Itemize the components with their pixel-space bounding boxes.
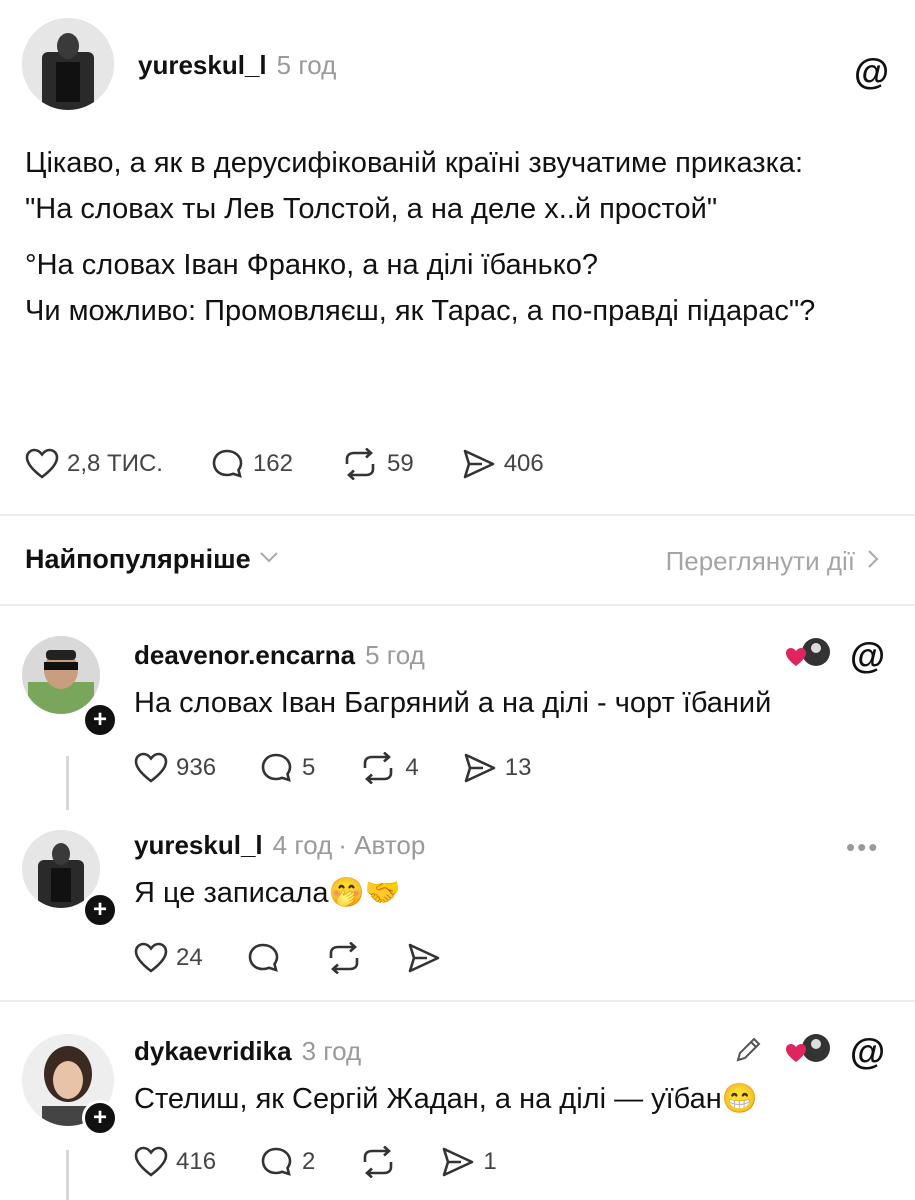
comment-count: 162: [252, 450, 293, 477]
comment-icon: [247, 942, 281, 974]
like-count: 2,8 ТИС.: [67, 450, 163, 477]
share-button[interactable]: 1: [441, 1146, 497, 1178]
sort-label: Найпопулярніше: [25, 544, 251, 574]
reply-actions: 24: [134, 942, 441, 974]
divider: [0, 604, 915, 606]
heart-icon: [134, 752, 168, 784]
comment-icon: [260, 752, 294, 784]
svg-text:@: @: [854, 52, 888, 92]
repost-icon: [359, 1146, 397, 1178]
reply-text: Стелиш, як Сергій Жадан, а на ділі — уїб…: [134, 1076, 894, 1122]
like-button[interactable]: 936: [134, 752, 216, 784]
heart-icon: [134, 942, 168, 974]
threads-icon[interactable]: @: [848, 1031, 885, 1077]
comment-icon: [260, 1146, 294, 1178]
like-count: 416: [176, 1148, 217, 1175]
like-count: 24: [176, 944, 203, 971]
repost-button[interactable]: [325, 942, 363, 974]
share-button[interactable]: [407, 942, 441, 974]
chevron-right-icon: [867, 549, 879, 574]
timestamp: 5 год: [276, 50, 337, 80]
repost-count: 59: [387, 450, 414, 477]
threads-icon[interactable]: @: [848, 635, 885, 681]
repost-icon: [341, 448, 379, 480]
share-icon: [407, 942, 441, 974]
comment-count: 2: [302, 1148, 316, 1175]
avatar[interactable]: [22, 636, 100, 714]
reaction-avatar-icon: [786, 1032, 830, 1073]
timestamp: 3 год: [301, 1036, 362, 1066]
more-options-icon[interactable]: •••: [846, 832, 879, 863]
thread-line: [66, 1150, 69, 1200]
comment-button[interactable]: 2: [260, 1146, 315, 1178]
share-icon: [441, 1146, 475, 1178]
post-line: °На словах Іван Франко, а на ділі їбаньк…: [25, 249, 598, 281]
username[interactable]: deavenor.encarna: [134, 640, 355, 671]
comment-button[interactable]: [247, 942, 281, 974]
repost-icon: [359, 752, 397, 784]
view-activity-link[interactable]: Переглянути дії: [666, 546, 879, 577]
pencil-icon[interactable]: [734, 1034, 764, 1069]
repost-button[interactable]: 59: [341, 448, 414, 480]
emoji: 🤭🤝: [328, 877, 401, 909]
like-button[interactable]: 2,8 ТИС.: [25, 448, 163, 480]
comment-count: 5: [302, 754, 316, 781]
share-count: 13: [504, 754, 532, 781]
view-activity-label: Переглянути дії: [665, 546, 855, 576]
svg-text:@: @: [850, 636, 884, 676]
like-count: 936: [176, 754, 217, 781]
heart-icon: [25, 448, 59, 480]
comment-button[interactable]: 162: [211, 448, 293, 480]
username[interactable]: dykaevridika: [134, 1036, 292, 1067]
reply-actions: 416 2 1: [134, 1146, 497, 1178]
post-line: Чи можливо: Промовляєш, як Тарас, а по-п…: [25, 295, 816, 327]
username[interactable]: yureskul_l: [138, 50, 267, 81]
username[interactable]: yureskul_l: [134, 830, 263, 861]
like-button[interactable]: 24: [134, 942, 203, 974]
share-count: 406: [503, 450, 544, 477]
sort-dropdown[interactable]: Найпопулярніше: [25, 544, 279, 575]
comment-button[interactable]: 5: [260, 752, 315, 784]
share-button[interactable]: 406: [462, 448, 544, 480]
share-icon: [463, 752, 497, 784]
repost-icon: [325, 942, 363, 974]
reply-text-content: Стелиш, як Сергій Жадан, а на ділі — уїб…: [134, 1083, 722, 1115]
repost-button[interactable]: 4: [359, 752, 419, 784]
post-text: Цікаво, а як в дерусифікованій країні зв…: [25, 140, 845, 334]
svg-text:@: @: [850, 1032, 884, 1072]
timestamp: 4 год: [272, 830, 333, 860]
follow-plus-button[interactable]: +: [82, 702, 118, 738]
divider: [0, 1000, 915, 1002]
like-button[interactable]: 416: [134, 1146, 216, 1178]
divider: [0, 514, 915, 516]
follow-plus-button[interactable]: +: [82, 892, 118, 928]
reply-text: Я це записала🤭🤝: [134, 870, 401, 916]
threads-icon[interactable]: @: [852, 51, 889, 101]
chevron-down-icon: [259, 550, 279, 569]
reaction-avatar-icon: [786, 636, 830, 677]
repost-button[interactable]: [359, 1146, 397, 1178]
comment-icon: [211, 448, 245, 480]
post-actions: 2,8 ТИС. 162 59 406: [25, 448, 544, 480]
share-button[interactable]: 13: [463, 752, 532, 784]
reply-text: На словах Іван Багряний а на ділі - чорт…: [134, 687, 772, 719]
reply-actions: 936 5 4 13: [134, 752, 531, 784]
post-paragraph: Цікаво, а як в дерусифікованій країні зв…: [25, 147, 804, 225]
avatar[interactable]: [22, 18, 114, 110]
reply-text-content: Я це записала: [134, 877, 329, 909]
thread-line: [66, 756, 69, 810]
repost-count: 4: [405, 754, 419, 781]
timestamp: 5 год: [365, 640, 425, 670]
author-tag: · Автор: [338, 830, 426, 860]
share-icon: [462, 448, 496, 480]
emoji: 😁: [721, 1083, 758, 1115]
heart-icon: [134, 1146, 168, 1178]
share-count: 1: [483, 1148, 497, 1175]
follow-plus-button[interactable]: +: [82, 1100, 118, 1136]
